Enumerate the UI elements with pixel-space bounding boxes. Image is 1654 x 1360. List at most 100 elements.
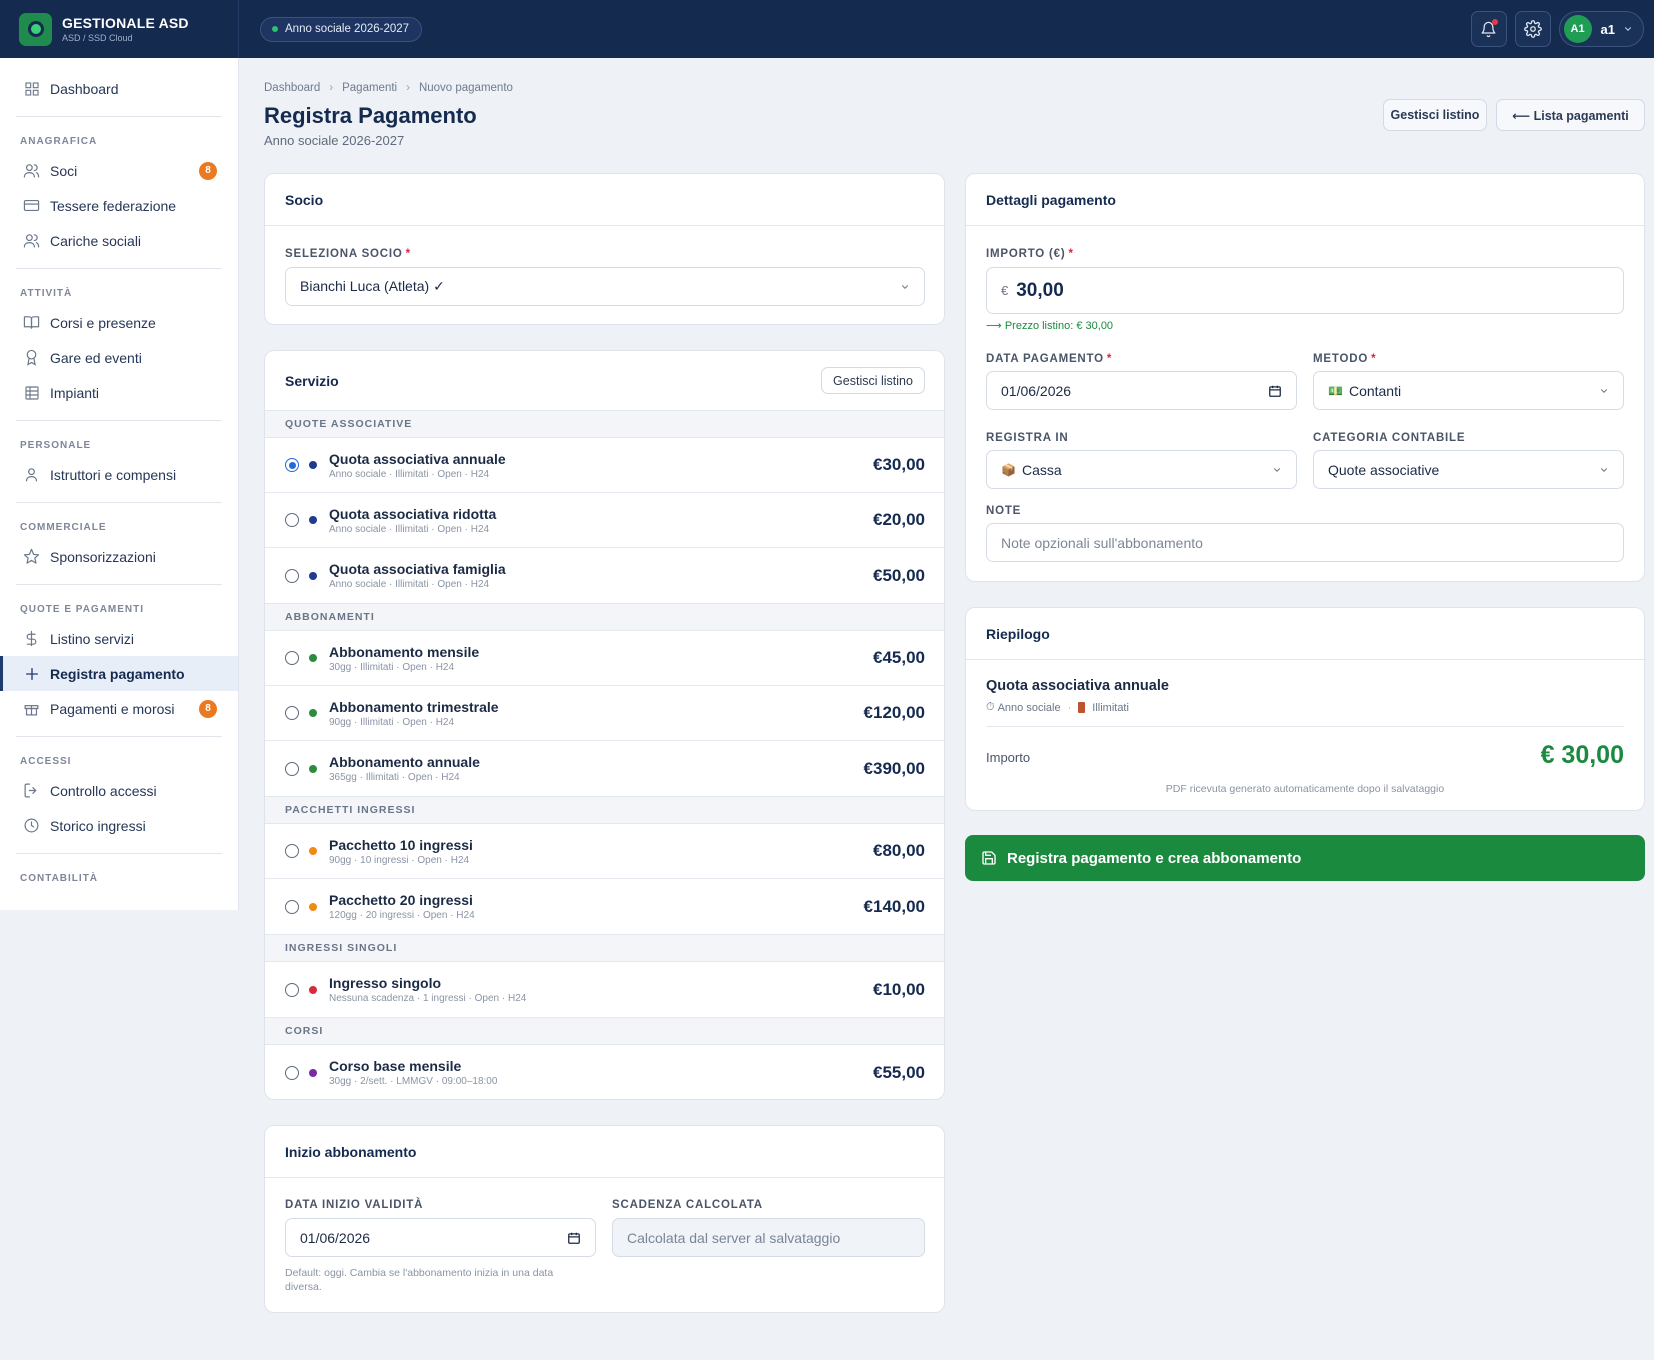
plus-icon bbox=[23, 665, 40, 682]
settings-button[interactable] bbox=[1514, 11, 1551, 47]
sidebar-item-dashboard[interactable]: Dashboard bbox=[0, 71, 238, 106]
year-selector[interactable]: Anno sociale 2026-2027 bbox=[260, 16, 423, 42]
service-meta: 90gg · Illimitati · Open · H24 bbox=[329, 716, 455, 728]
amount-input[interactable]: € 30,00 bbox=[986, 267, 1624, 314]
sidebar-item-controllo[interactable]: Controllo accessi bbox=[0, 773, 238, 808]
category-select[interactable]: Quote associative bbox=[1313, 450, 1624, 489]
sidebar-item-storico[interactable]: Storico ingressi bbox=[0, 808, 238, 843]
category-dot-icon bbox=[309, 764, 317, 773]
radio-button[interactable] bbox=[285, 458, 299, 472]
service-name: Pacchetto 20 ingressi bbox=[329, 892, 473, 908]
notes-placeholder: Note opzionali sull'abbonamento bbox=[1001, 534, 1203, 551]
divider bbox=[16, 420, 222, 421]
breadcrumb-link[interactable]: Dashboard bbox=[264, 82, 320, 94]
divider bbox=[16, 268, 222, 269]
divider bbox=[16, 853, 222, 854]
radio-button[interactable] bbox=[285, 651, 299, 665]
radio-button[interactable] bbox=[285, 513, 299, 527]
gear-icon bbox=[1523, 20, 1542, 38]
service-name: Quota associativa annuale bbox=[329, 450, 506, 467]
service-price: €140,00 bbox=[863, 896, 925, 916]
radio-button[interactable] bbox=[285, 1065, 299, 1080]
sidebar-item-istruttori[interactable]: Istruttori e compensi bbox=[0, 457, 238, 492]
riepilogo-card: Riepilogo Quota associativa annuale ⏱ An… bbox=[965, 607, 1645, 811]
service-meta: 30gg · Illimitati · Open · H24 bbox=[329, 661, 455, 673]
submit-payment-button[interactable]: Registra pagamento e crea abbonamento bbox=[965, 835, 1645, 881]
service-option-row[interactable]: Abbonamento mensile 30gg · Illimitati · O… bbox=[265, 631, 944, 686]
service-option-row[interactable]: Abbonamento trimestrale 90gg · Illimitati… bbox=[265, 686, 944, 741]
radio-button[interactable] bbox=[285, 706, 299, 720]
calendar-icon bbox=[568, 1232, 580, 1244]
chevron-down-icon bbox=[1600, 388, 1608, 393]
sidebar-item-pagamenti[interactable]: Pagamenti e morosi 8 bbox=[0, 691, 238, 726]
socio-select[interactable]: Bianchi Luca (Atleta) ✓ bbox=[285, 267, 925, 306]
pdf-note: PDF ricevuta generato automaticamente do… bbox=[1165, 783, 1445, 795]
sidebar-item-label: Istruttori e compensi bbox=[50, 466, 177, 483]
sidebar-item-sponsor[interactable]: Sponsorizzazioni bbox=[0, 539, 238, 574]
service-option-row[interactable]: Quota associativa annuale Anno sociale · … bbox=[265, 438, 944, 493]
service-name: Abbonamento annuale bbox=[329, 754, 480, 770]
calendar-icon bbox=[1269, 385, 1281, 397]
radio-button[interactable] bbox=[285, 568, 299, 583]
payments-list-button[interactable]: ⟵ Lista pagamenti bbox=[1496, 99, 1645, 131]
user-name: a1 bbox=[1600, 21, 1615, 37]
notes-input[interactable]: Note opzionali sull'abbonamento bbox=[986, 523, 1624, 562]
radio-button[interactable] bbox=[285, 899, 299, 914]
method-select[interactable]: 💵 Contanti bbox=[1313, 371, 1624, 410]
category-dot-icon bbox=[309, 709, 317, 717]
section-header: QUOTE ASSOCIATIVE bbox=[265, 410, 944, 438]
socio-value: Bianchi Luca (Atleta) ✓ bbox=[300, 278, 445, 294]
sidebar-item-cariche[interactable]: Cariche sociali bbox=[0, 223, 238, 258]
service-option-row[interactable]: Pacchetto 20 ingressi 120gg · 20 ingressi… bbox=[265, 879, 944, 934]
card-title: Servizio Gestisci listino bbox=[265, 351, 944, 410]
start-date-input[interactable]: 01/06/2026 bbox=[285, 1218, 596, 1257]
users-icon bbox=[23, 232, 40, 249]
brand[interactable]: GESTIONALE ASD ASD / SSD Cloud bbox=[0, 0, 239, 58]
sidebar-item-impianti[interactable]: Impianti bbox=[0, 375, 238, 410]
page-title: Registra Pagamento bbox=[264, 103, 477, 128]
grid-icon bbox=[23, 80, 40, 97]
section-quote: QUOTE E PAGAMENTI bbox=[20, 603, 145, 615]
brand-title: GESTIONALE ASD bbox=[62, 15, 189, 31]
log-in-icon bbox=[23, 782, 40, 799]
service-option-row[interactable]: Quota associativa famiglia Anno sociale ·… bbox=[265, 548, 944, 603]
radio-button[interactable] bbox=[285, 761, 299, 776]
manage-pricelist-button[interactable]: Gestisci listino bbox=[1383, 99, 1487, 131]
dollar-icon bbox=[23, 630, 40, 647]
sidebar-item-registra[interactable]: Registra pagamento bbox=[0, 656, 238, 691]
service-option-row[interactable]: Ingresso singolo Nessuna scadenza · 1 ing… bbox=[265, 962, 944, 1017]
breadcrumb-link[interactable]: Pagamenti bbox=[342, 82, 397, 94]
sidebar-item-corsi[interactable]: Corsi e presenze bbox=[0, 305, 238, 340]
sidebar-item-soci[interactable]: Soci 8 bbox=[0, 153, 238, 188]
service-price: €45,00 bbox=[873, 648, 925, 667]
expiry-readonly-field: Calcolata dal server al salvataggio bbox=[612, 1218, 925, 1257]
radio-button[interactable] bbox=[285, 844, 299, 858]
register-in-select[interactable]: 📦 Cassa bbox=[986, 450, 1297, 489]
brand-subtitle: ASD / SSD Cloud bbox=[62, 33, 133, 43]
card-title-text: Servizio bbox=[285, 372, 339, 389]
amount-value: 30,00 bbox=[1016, 279, 1064, 301]
notifications-button[interactable] bbox=[1470, 11, 1507, 47]
service-price: €20,00 bbox=[873, 510, 925, 529]
sidebar-item-gare[interactable]: Gare ed eventi bbox=[0, 340, 238, 375]
radio-button[interactable] bbox=[285, 982, 299, 997]
field-label: SELEZIONA SOCIO * bbox=[285, 248, 411, 260]
service-option-row[interactable]: Abbonamento annuale 365gg · Illimitati · … bbox=[265, 741, 944, 796]
user-menu[interactable]: A1 a1 bbox=[1558, 11, 1644, 47]
user-icon bbox=[23, 466, 40, 483]
count-badge: 8 bbox=[199, 161, 217, 180]
payment-date-input[interactable]: 01/06/2026 bbox=[986, 371, 1297, 410]
service-option-row[interactable]: Corso base mensile 30gg · 2/sett. · LMMGV… bbox=[265, 1045, 944, 1099]
field-label: NOTE bbox=[986, 505, 1022, 517]
box-icon: 📦 bbox=[1001, 462, 1016, 477]
sidebar-item-tessere[interactable]: Tessere federazione bbox=[0, 188, 238, 223]
method-value: Contanti bbox=[1348, 382, 1402, 399]
service-option-row[interactable]: Pacchetto 10 ingressi 90gg · 10 ingressi … bbox=[265, 824, 944, 879]
divider bbox=[16, 502, 222, 503]
service-option-row[interactable]: Quota associativa ridotta Anno sociale · … bbox=[265, 493, 944, 548]
manage-pricelist-button[interactable]: Gestisci listino bbox=[821, 367, 925, 394]
servizio-card: Servizio Gestisci listino QUOTE ASSOCIAT… bbox=[264, 350, 945, 1100]
section-anagrafica: ANAGRAFICA bbox=[20, 135, 98, 147]
service-name: Quota associativa famiglia bbox=[329, 561, 506, 577]
sidebar-item-listino[interactable]: Listino servizi bbox=[0, 621, 238, 656]
